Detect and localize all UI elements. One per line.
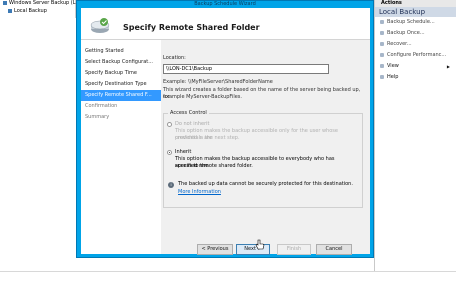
location-label: Location:: [163, 55, 186, 61]
action-icon: [380, 64, 384, 68]
console-tree: Windows Server Backup (L Local Backup: [0, 0, 76, 18]
do-not-inherit-radio[interactable]: [167, 122, 172, 127]
action-icon: [380, 20, 384, 24]
action-label: Configure Performanc...: [387, 52, 447, 58]
folder-note-line-2: example MyServer-BackupFiles.: [163, 94, 242, 100]
action-label: Help: [387, 74, 399, 80]
inherit-label: Inherit: [175, 149, 192, 155]
action-item[interactable]: Configure Performanc...: [375, 50, 456, 61]
tree-root-item[interactable]: Windows Server Backup (L: [3, 0, 76, 6]
inherit-radio[interactable]: [167, 150, 172, 155]
hand-cursor-icon: [255, 239, 265, 250]
tree-root-label: Windows Server Backup (L: [9, 0, 76, 6]
access-control-group: Access Control Do not inherit This optio…: [163, 110, 363, 208]
location-example: Example: \\MyFileServer\SharedFolderName: [163, 79, 273, 85]
action-item[interactable]: Help: [375, 72, 456, 83]
wizard-step-1[interactable]: Getting Started: [81, 46, 161, 57]
info-icon: i: [168, 182, 174, 188]
finish-button[interactable]: Finish: [277, 244, 311, 255]
wizard-step-6: Confirmation: [85, 103, 118, 109]
action-icon: [380, 31, 384, 35]
submenu-arrow-icon: ▶: [446, 64, 450, 69]
action-icon: [380, 53, 384, 57]
more-information-link[interactable]: More Information: [178, 189, 221, 195]
action-label: View: [387, 63, 399, 69]
status-strip: [0, 271, 456, 286]
wizard-body: Specify Remote Shared Folder Getting Sta…: [81, 8, 370, 255]
action-item[interactable]: Backup Once...: [375, 28, 456, 39]
action-label: Recover...: [387, 41, 412, 47]
wizard-title: Backup Schedule Wizard: [194, 1, 256, 7]
wizard-step-3[interactable]: Specify Backup Time: [81, 68, 161, 79]
server-backup-icon: [3, 0, 7, 5]
action-item[interactable]: Recover...: [375, 39, 456, 50]
backup-drive-icon: [90, 18, 110, 33]
action-label: Backup Schedule...: [387, 19, 435, 25]
action-label: Backup Once...: [387, 30, 425, 36]
wizard-step-2[interactable]: Select Backup Configurat...: [81, 57, 161, 68]
wizard-step-7: Summary: [85, 114, 110, 120]
inherit-desc-2: specified remote shared folder.: [175, 163, 253, 169]
action-item[interactable]: View ▶: [375, 61, 456, 72]
wizard-header: Specify Remote Shared Folder: [81, 8, 370, 40]
actions-header: Actions: [375, 0, 456, 7]
actions-subheader[interactable]: Local Backup: [375, 7, 456, 17]
backup-schedule-wizard: Backup Schedule Wizard Specify Remote Sh…: [76, 0, 374, 258]
action-item[interactable]: Backup Schedule...: [375, 17, 456, 28]
cancel-button[interactable]: Cancel: [316, 244, 352, 255]
local-backup-icon: [8, 8, 12, 13]
location-input[interactable]: \\LON-DC1\Backup: [163, 64, 329, 74]
info-text: The backed up data cannot be securely pr…: [178, 181, 353, 187]
previous-button[interactable]: < Previous: [197, 244, 233, 255]
wizard-content: Location: \\LON-DC1\Backup Example: \\My…: [161, 40, 370, 255]
actions-pane: Actions Local Backup Backup Schedule... B…: [374, 0, 456, 286]
action-icon: [380, 75, 384, 79]
action-icon: [380, 42, 384, 46]
tree-item-label: Local Backup: [14, 8, 47, 14]
access-control-title: Access Control: [168, 110, 209, 116]
do-not-inherit-label: Do not inherit: [175, 121, 210, 127]
wizard-step-5[interactable]: Specify Remote Shared F...: [81, 90, 161, 101]
page-title: Specify Remote Shared Folder: [123, 23, 260, 32]
actions-list: Backup Schedule... Backup Once... Recover.…: [375, 17, 456, 83]
tree-item-local-backup[interactable]: Local Backup: [8, 8, 47, 14]
wizard-steps-nav: Getting Started Select Backup Configurat.…: [81, 46, 161, 250]
wizard-step-4[interactable]: Specify Destination Type: [81, 79, 161, 90]
do-not-inherit-desc-2: provided in the next step.: [175, 135, 240, 141]
